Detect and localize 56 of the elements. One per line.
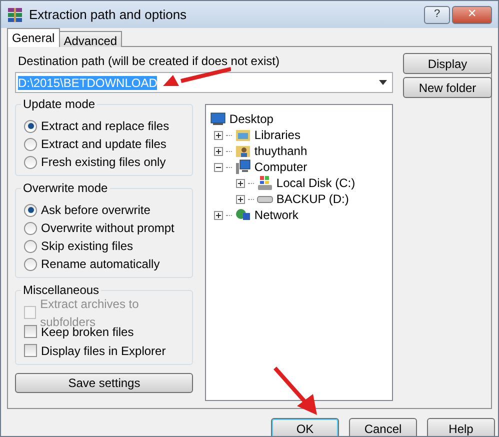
radio-label: Rename automatically xyxy=(41,256,160,273)
library-icon xyxy=(235,127,252,143)
window-title: Extraction path and options xyxy=(29,6,187,24)
checkbox[interactable] xyxy=(24,344,37,357)
archive-icon xyxy=(7,6,23,22)
expand-toggle-icon[interactable] xyxy=(236,194,246,204)
radio-button[interactable] xyxy=(24,240,37,252)
tab[interactable]: Advanced xyxy=(58,31,122,47)
display-button[interactable]: Display xyxy=(403,53,492,74)
radio-label: Ask before overwrite xyxy=(41,202,150,219)
field-label: Destination path (will be created if does not exist) xyxy=(17,53,280,70)
annotation-arrow xyxy=(273,366,319,416)
tree-item[interactable]: Computer xyxy=(254,161,308,173)
radio-button[interactable] xyxy=(24,138,37,150)
radio-label: Skip existing files xyxy=(41,238,134,255)
expand-toggle-icon[interactable] xyxy=(214,146,224,156)
radio-button[interactable] xyxy=(24,258,37,270)
collapse-toggle-icon[interactable] xyxy=(214,162,224,172)
drive-icon xyxy=(257,175,274,191)
radio-label: Extract and replace files xyxy=(41,118,170,135)
computer-icon xyxy=(235,159,252,175)
tab[interactable]: General xyxy=(7,28,60,47)
dropdown-arrow-icon[interactable] xyxy=(379,80,387,85)
radio-label: Overwrite without prompt xyxy=(41,220,174,237)
group-title: Overwrite mode xyxy=(21,181,110,195)
radio-button[interactable] xyxy=(24,204,37,216)
radio-button[interactable] xyxy=(24,120,37,132)
tree-item[interactable]: Local Disk (C:) xyxy=(276,177,356,189)
dialog-button[interactable]: Cancel xyxy=(349,418,417,436)
tree-item[interactable]: Libraries xyxy=(254,129,300,141)
annotation-arrow xyxy=(161,67,231,87)
expand-toggle-icon[interactable] xyxy=(214,210,224,220)
radio-button[interactable] xyxy=(24,156,37,168)
checkbox[interactable] xyxy=(24,325,37,338)
help-button[interactable]: ? xyxy=(424,6,450,24)
user-folder-icon xyxy=(235,143,252,159)
radio-label: Extract and update files xyxy=(41,136,166,153)
desktop-icon xyxy=(210,111,226,127)
dialog-button[interactable]: OK xyxy=(271,418,339,436)
expand-toggle-icon[interactable] xyxy=(236,178,246,188)
group-title: Miscellaneous xyxy=(21,283,102,297)
group-title: Update mode xyxy=(21,97,98,111)
tree-item[interactable]: thuythanh xyxy=(254,145,308,157)
radio-label: Fresh existing files only xyxy=(41,154,166,171)
tree-item[interactable]: BACKUP (D:) xyxy=(276,193,349,205)
drive-icon xyxy=(257,196,274,202)
tree-item[interactable]: Network xyxy=(254,209,298,221)
expand-toggle-icon[interactable] xyxy=(214,130,224,140)
tree-item[interactable]: Desktop xyxy=(229,113,274,125)
checkbox-label: Display files in Explorer xyxy=(41,342,166,360)
field-value: D:\2015\BETDOWNLOAD xyxy=(18,76,158,90)
new-folder-button[interactable]: New folder xyxy=(403,77,492,98)
save-settings-button[interactable]: Save settings xyxy=(15,373,194,393)
network-icon xyxy=(235,207,252,223)
radio-button[interactable] xyxy=(24,222,37,234)
dialog-button[interactable]: Help xyxy=(427,418,495,436)
